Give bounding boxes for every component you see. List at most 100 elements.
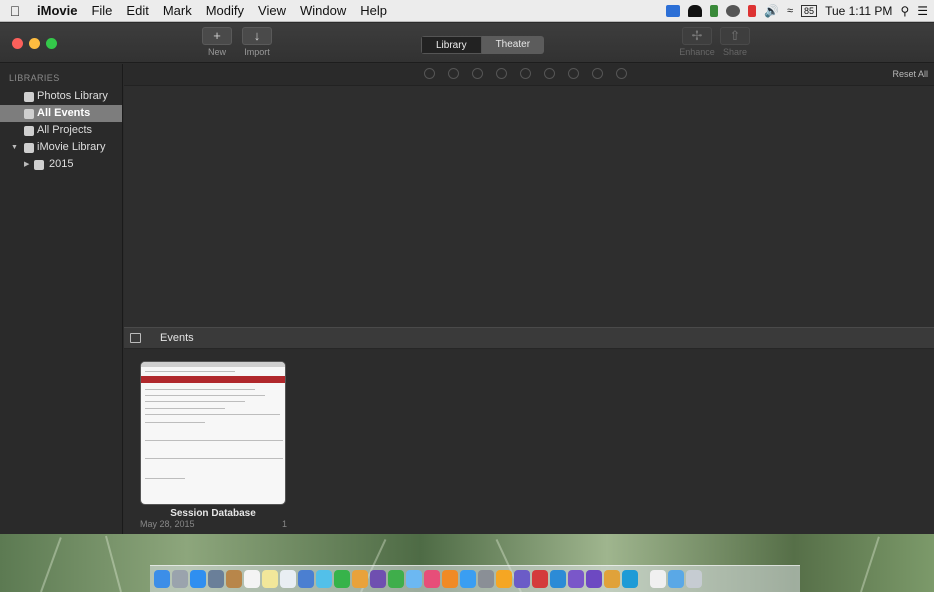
status-home-icon[interactable]	[726, 5, 741, 17]
spotlight-search-icon[interactable]: ⚲	[900, 4, 909, 18]
minimize-window-button[interactable]	[29, 38, 40, 49]
system-preferences-icon[interactable]	[478, 570, 494, 588]
status-app-icon[interactable]	[666, 5, 681, 17]
skype-icon[interactable]	[550, 570, 566, 588]
thumbnail-line	[145, 458, 283, 459]
ibooks-icon[interactable]	[442, 570, 458, 588]
viewer: Reset All	[124, 64, 934, 327]
thumbnail-line	[145, 389, 255, 390]
import-button[interactable]: ↓ Import	[235, 27, 279, 57]
disclosure-open-icon[interactable]: ▼	[11, 139, 18, 156]
sidebar-item-event-2015[interactable]: ▶ 2015	[0, 156, 122, 173]
sidebar-item-all-events[interactable]: All Events	[0, 105, 122, 122]
thumbnail-line	[145, 401, 245, 402]
menu-app-name[interactable]: iMovie	[30, 3, 84, 18]
sidebar-item-imovie-library[interactable]: ▼ iMovie Library	[0, 139, 122, 156]
contacts-icon[interactable]	[226, 570, 242, 588]
close-window-button[interactable]	[12, 38, 23, 49]
info-icon[interactable]	[616, 68, 627, 79]
speed-icon[interactable]	[568, 68, 579, 79]
numbers-icon[interactable]	[388, 570, 404, 588]
menu-view[interactable]: View	[251, 3, 293, 18]
notes-icon[interactable]	[262, 570, 278, 588]
share-label: Share	[722, 47, 748, 57]
calendar-icon[interactable]	[244, 570, 260, 588]
events-title: Events	[160, 332, 194, 344]
office-icon[interactable]	[532, 570, 548, 588]
sidebar-item-photos-library[interactable]: Photos Library	[0, 88, 122, 105]
event-browser: Session Database May 28, 2015 1	[124, 350, 934, 534]
onenote-icon[interactable]	[568, 570, 584, 588]
stabilization-icon[interactable]	[496, 68, 507, 79]
star-icon	[24, 109, 34, 119]
noise-reduction-icon[interactable]	[544, 68, 555, 79]
color-correction-icon[interactable]	[448, 68, 459, 79]
dock-separator	[640, 570, 648, 588]
sidebar-toggle-icon[interactable]	[130, 333, 141, 343]
photos-app-icon[interactable]	[352, 570, 368, 588]
pages-icon[interactable]	[406, 570, 422, 588]
battery-icon[interactable]: 85	[801, 5, 818, 17]
toolbar: + New ↓ Import Library Theater ✢ Enhance…	[0, 23, 934, 63]
notification-center-icon[interactable]: ☰	[917, 4, 928, 18]
launchpad-icon[interactable]	[172, 570, 188, 588]
new-label: New	[207, 47, 226, 57]
reset-all-button[interactable]: Reset All	[892, 69, 928, 79]
clip-title: Session Database	[170, 508, 256, 519]
clip-filter-icon[interactable]	[592, 68, 603, 79]
disclosure-closed-icon[interactable]: ▶	[24, 156, 29, 173]
safari-icon[interactable]	[190, 570, 206, 588]
teamviewer-icon[interactable]	[622, 570, 638, 588]
thumbnail-header-bar	[141, 376, 285, 383]
reminders-icon[interactable]	[280, 570, 296, 588]
status-hat-icon[interactable]	[688, 5, 703, 17]
menu-file[interactable]: File	[84, 3, 119, 18]
status-area: 🔊 ≈ 85 Tue 1:11 PM ⚲ ☰	[666, 0, 928, 22]
new-button[interactable]: + New	[195, 27, 239, 57]
app-store-icon[interactable]	[460, 570, 476, 588]
maps-icon[interactable]	[298, 570, 314, 588]
tab-theater[interactable]: Theater	[481, 36, 545, 54]
thumbnail-line	[145, 408, 225, 409]
libraries-header: LIBRARIES	[9, 73, 60, 83]
color-balance-icon[interactable]	[424, 68, 435, 79]
magic-wand-icon: ✢	[682, 27, 712, 45]
share-button[interactable]: ⇧ Share	[713, 27, 757, 57]
zoom-window-button[interactable]	[46, 38, 57, 49]
trash-icon[interactable]	[686, 570, 702, 588]
headphones-app-icon[interactable]	[604, 570, 620, 588]
sidebar-item-label: 2015	[49, 158, 74, 170]
document-stack-icon[interactable]	[650, 570, 666, 588]
messages-icon[interactable]	[316, 570, 332, 588]
event-folder-icon	[34, 160, 44, 170]
mail-icon[interactable]	[208, 570, 224, 588]
star-app-icon[interactable]	[586, 570, 602, 588]
apple-menu-icon[interactable]: 	[0, 3, 30, 19]
clip-thumbnail[interactable]	[140, 361, 286, 505]
folder-stack-icon[interactable]	[668, 570, 684, 588]
sidebar-item-all-projects[interactable]: All Projects	[0, 122, 122, 139]
volume-icon[interactable]: 🔊	[764, 4, 779, 18]
status-tree-icon[interactable]	[710, 5, 719, 17]
menu-edit[interactable]: Edit	[119, 3, 155, 18]
imovie-dock-icon[interactable]	[514, 570, 530, 588]
view-switcher: Library Theater	[421, 36, 545, 54]
sidebar-item-label: All Events	[37, 107, 91, 119]
menu-modify[interactable]: Modify	[199, 3, 251, 18]
status-pause-icon[interactable]	[748, 5, 757, 17]
menu-window[interactable]: Window	[293, 3, 353, 18]
crop-icon[interactable]	[472, 68, 483, 79]
volume-adjust-icon[interactable]	[520, 68, 531, 79]
wifi-icon[interactable]: ≈	[787, 5, 793, 17]
finder-icon[interactable]	[154, 570, 170, 588]
thumbnail-line	[145, 478, 185, 479]
itunes-icon[interactable]	[424, 570, 440, 588]
menu-help[interactable]: Help	[353, 3, 394, 18]
chrome-icon[interactable]	[496, 570, 512, 588]
menu-clock[interactable]: Tue 1:11 PM	[825, 4, 892, 18]
thumbnail-line	[145, 414, 280, 415]
tab-library[interactable]: Library	[421, 36, 482, 54]
keynote-icon[interactable]	[370, 570, 386, 588]
facetime-icon[interactable]	[334, 570, 350, 588]
menu-mark[interactable]: Mark	[156, 3, 199, 18]
